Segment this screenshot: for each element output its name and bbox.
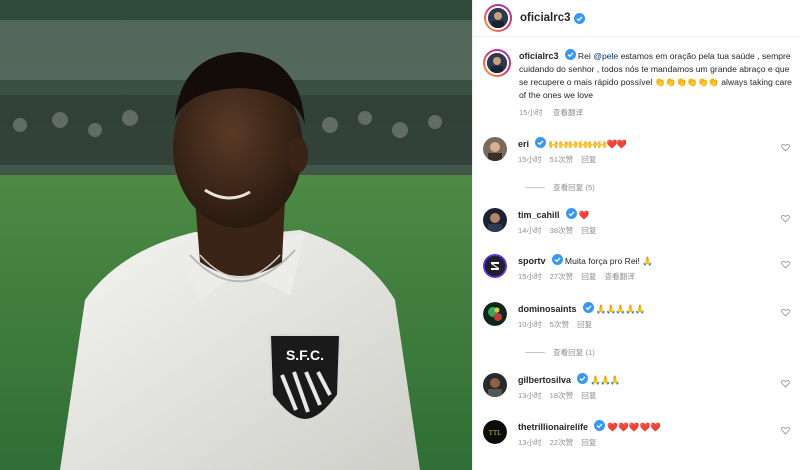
caption-username[interactable]: oficialrc3 xyxy=(519,51,559,61)
post-photo[interactable]: S.F.C. xyxy=(0,0,472,470)
verified-badge-icon xyxy=(565,208,577,219)
post-panel: oficialrc3 oficialrc3 Rei @pele estamos … xyxy=(472,0,800,470)
like-count[interactable]: 27次赞 xyxy=(550,272,574,281)
verified-badge-icon xyxy=(564,49,576,60)
avatar[interactable] xyxy=(485,51,509,75)
view-replies[interactable]: 查看回复 (1) xyxy=(525,347,595,358)
avatar[interactable] xyxy=(486,6,510,30)
comment-username[interactable]: gilbertosilva xyxy=(518,375,571,385)
comment-username[interactable]: dominosaints xyxy=(518,304,577,314)
post-author[interactable]: oficialrc3 xyxy=(520,12,571,24)
reply-button[interactable]: 回复 xyxy=(581,155,596,164)
comment-text: ❤️ xyxy=(578,210,590,220)
like-count[interactable]: 51次赞 xyxy=(550,155,574,164)
post-image: S.F.C. xyxy=(0,0,472,470)
mention-link[interactable]: @pele xyxy=(593,51,618,61)
comment-item: dominosaints 🙏🙏🙏🙏🙏 10小时 5次赞 回复 xyxy=(483,302,794,331)
like-count[interactable]: 5次赞 xyxy=(550,320,569,329)
comment-text: Muita força pro Rei! 🙏 xyxy=(564,256,653,266)
verified-badge-icon xyxy=(573,12,585,24)
comment-text: ❤️❤️❤️❤️❤️ xyxy=(607,422,661,432)
avatar[interactable] xyxy=(483,208,507,232)
comment-time: 13小时 xyxy=(518,438,542,447)
reply-button[interactable]: 回复 xyxy=(581,391,596,400)
avatar[interactable]: TTL xyxy=(483,420,507,444)
view-replies-label[interactable]: 查看回复 (5) xyxy=(553,182,595,193)
comment-username[interactable]: thetrillionairelife xyxy=(518,422,588,432)
comment-time: 14小时 xyxy=(518,226,542,235)
post-header: oficialrc3 xyxy=(473,0,800,37)
svg-text:S.F.C.: S.F.C. xyxy=(286,347,324,363)
verified-badge-icon xyxy=(577,373,589,384)
verified-badge-icon xyxy=(551,254,563,265)
comment-item: TTL thetrillionairelife ❤️❤️❤️❤️❤️ 13小时 2… xyxy=(483,420,794,449)
avatar[interactable] xyxy=(483,373,507,397)
verified-badge-icon xyxy=(582,302,594,313)
caption: oficialrc3 Rei @pele estamos em oração p… xyxy=(483,49,794,119)
comment-username[interactable]: tim_cahill xyxy=(518,210,560,220)
translate-link[interactable]: 查看翻译 xyxy=(604,272,634,281)
reply-button[interactable]: 回复 xyxy=(581,226,596,235)
heart-outline-icon[interactable] xyxy=(781,143,790,152)
comment-text: 🙏🙏🙏 xyxy=(590,375,620,385)
comment-time: 15小时 xyxy=(518,155,542,164)
comment-time: 13小时 xyxy=(518,391,542,400)
comment-text: 🙏🙏🙏🙏🙏 xyxy=(595,304,646,314)
view-replies[interactable]: 查看回复 (5) xyxy=(525,182,595,193)
heart-outline-icon[interactable] xyxy=(781,260,790,269)
avatar[interactable] xyxy=(483,137,507,161)
like-count[interactable]: 18次赞 xyxy=(550,391,574,400)
comment-time: 10小时 xyxy=(518,320,542,329)
comment-username[interactable]: sportv xyxy=(518,256,546,266)
like-count[interactable]: 38次赞 xyxy=(550,226,574,235)
heart-outline-icon[interactable] xyxy=(781,379,790,388)
view-replies-label[interactable]: 查看回复 (1) xyxy=(553,347,595,358)
heart-outline-icon[interactable] xyxy=(781,308,790,317)
caption-text-end: estamos em oração pela tua saúde , sempr… xyxy=(519,51,792,100)
caption-time: 15小时 xyxy=(519,108,543,117)
comment-item: tim_cahill ❤️ 14小时 38次赞 回复 xyxy=(483,208,794,237)
avatar[interactable] xyxy=(483,302,507,326)
replies-divider xyxy=(525,352,545,353)
svg-text:TTL: TTL xyxy=(489,429,502,437)
reply-button[interactable]: 回复 xyxy=(577,320,592,329)
comment-time: 15小时 xyxy=(518,272,542,281)
reply-button[interactable]: 回复 xyxy=(581,272,596,281)
comment-item: sportv Muita força pro Rei! 🙏 15小时 27次赞 回复… xyxy=(483,254,794,283)
replies-divider xyxy=(525,187,545,188)
translate-link[interactable]: 查看翻译 xyxy=(553,108,583,117)
reply-button[interactable]: 回复 xyxy=(581,438,596,447)
comment-username[interactable]: eri xyxy=(518,139,529,149)
verified-badge-icon xyxy=(535,137,547,148)
comment-item: eri 🙌🙌🙌🙌🙌🙌❤️❤️ 15小时 51次赞 回复 xyxy=(483,137,794,166)
heart-outline-icon[interactable] xyxy=(781,426,790,435)
comment-item: gilbertosilva 🙏🙏🙏 13小时 18次赞 回复 xyxy=(483,373,794,402)
caption-text-start: Rei xyxy=(577,51,594,61)
like-count[interactable]: 22次赞 xyxy=(550,438,574,447)
story-ring[interactable] xyxy=(483,49,511,77)
avatar[interactable] xyxy=(483,254,507,278)
story-ring[interactable] xyxy=(484,4,512,32)
heart-outline-icon[interactable] xyxy=(781,214,790,223)
verified-badge-icon xyxy=(594,420,606,431)
comment-text: 🙌🙌🙌🙌🙌🙌❤️❤️ xyxy=(548,139,627,149)
